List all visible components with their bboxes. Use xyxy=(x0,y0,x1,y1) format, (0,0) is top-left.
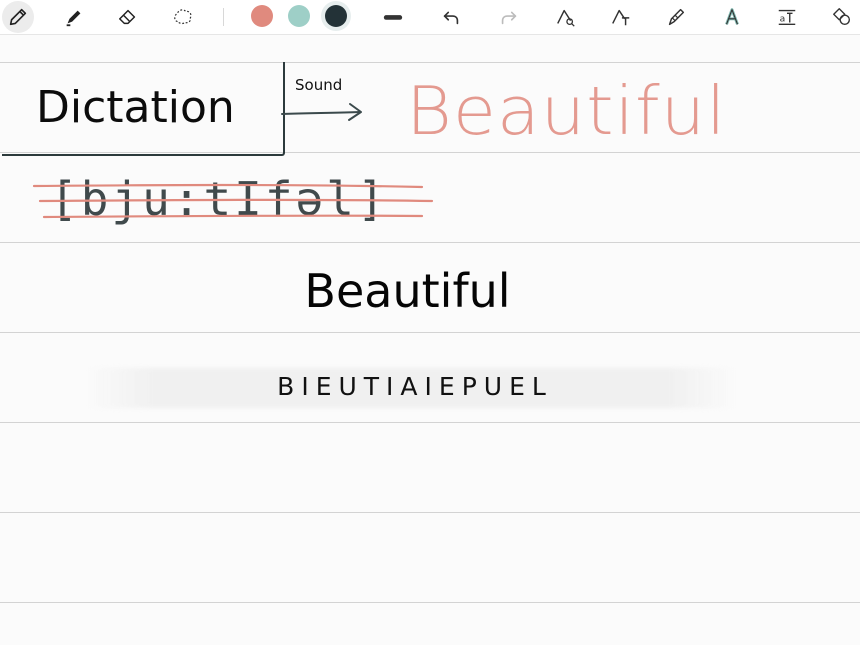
text-format-button[interactable]: a xyxy=(771,1,803,33)
ruled-line xyxy=(0,242,860,243)
pen-tool-button[interactable] xyxy=(2,1,34,33)
highlighter-icon xyxy=(66,10,81,27)
toolbar-divider xyxy=(223,8,224,26)
ruled-line xyxy=(0,602,860,603)
eraser-tool-button[interactable] xyxy=(112,1,144,33)
handwritten-word: Beautiful xyxy=(406,72,727,150)
color-swatch-dark-slate[interactable] xyxy=(325,5,347,27)
ruled-line xyxy=(0,332,860,333)
redo-button[interactable] xyxy=(493,1,525,33)
text-style-button[interactable] xyxy=(716,1,748,33)
brush-icon xyxy=(668,8,685,26)
undo-button[interactable] xyxy=(435,1,467,33)
brush-button[interactable] xyxy=(660,1,692,33)
shape-search-button[interactable] xyxy=(550,1,582,33)
handwriting-to-text-icon xyxy=(612,9,630,26)
pen-icon xyxy=(9,8,27,26)
redo-icon xyxy=(501,11,517,25)
text-format-icon: a xyxy=(778,9,796,26)
spelled-guess: BIEUTIAIEPUEL xyxy=(277,372,553,401)
handwriting-to-text-button[interactable] xyxy=(605,1,637,33)
shape-search-icon xyxy=(557,9,575,27)
stroke-width-button[interactable] xyxy=(377,1,409,33)
shapes-button[interactable] xyxy=(826,1,858,33)
eraser-icon xyxy=(119,9,136,25)
dictation-title: Dictation xyxy=(36,82,235,133)
shapes-icon xyxy=(833,8,851,26)
toolbar: a xyxy=(0,0,860,35)
strikethrough-marks xyxy=(32,183,434,219)
color-swatch-salmon[interactable] xyxy=(251,5,273,27)
highlighter-tool-button[interactable] xyxy=(58,1,90,33)
lasso-tool-button[interactable] xyxy=(167,1,199,33)
note-app: a Dictation Sound Beautiful [bju:tIfəl] … xyxy=(0,0,860,645)
sound-label: Sound xyxy=(295,76,343,94)
arrow-icon xyxy=(281,103,362,121)
lasso-icon xyxy=(174,9,192,25)
svg-text:a: a xyxy=(780,14,786,25)
text-style-icon xyxy=(725,8,739,25)
typed-word: Beautiful xyxy=(304,264,511,318)
ruled-line xyxy=(0,512,860,513)
undo-icon xyxy=(443,11,459,25)
color-swatch-mint[interactable] xyxy=(288,5,310,27)
stroke-width-icon xyxy=(383,15,403,20)
ruled-line xyxy=(0,422,860,423)
